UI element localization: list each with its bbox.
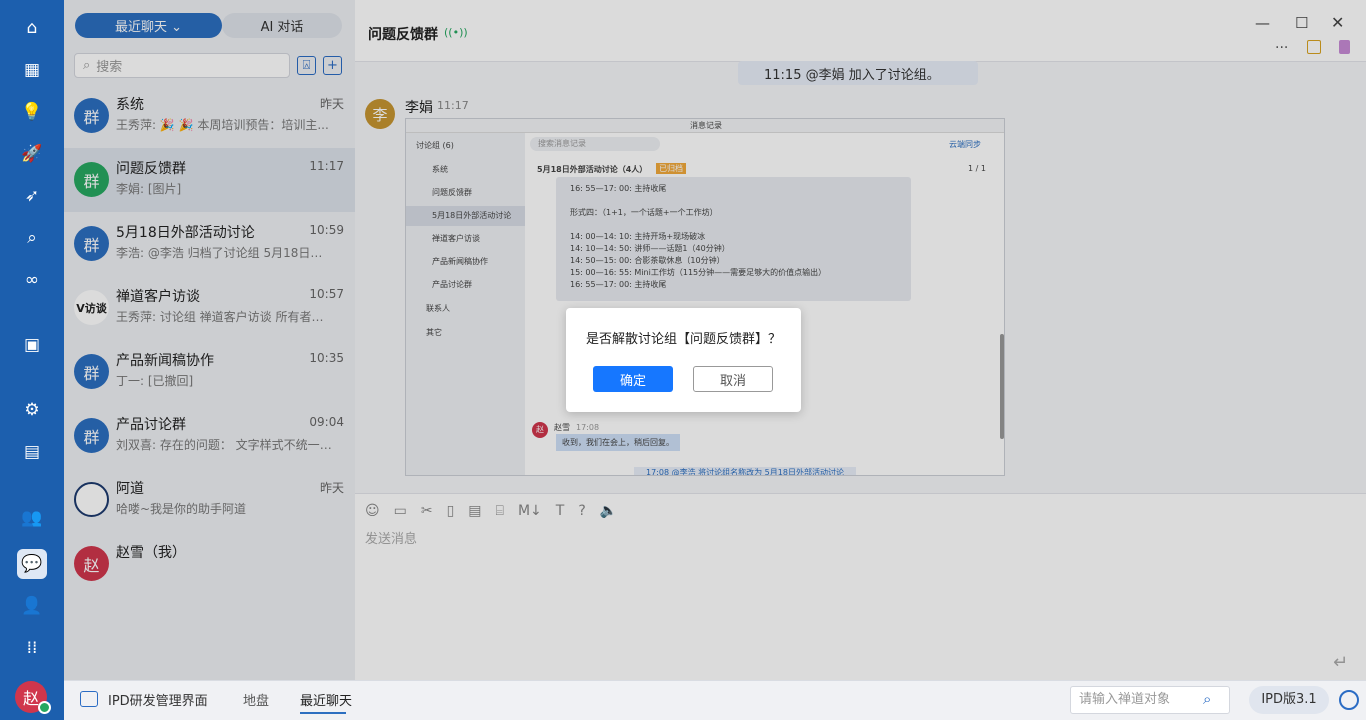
breadcrumb-app[interactable]: IPD研发管理界面 [108, 690, 208, 709]
cancel-button[interactable]: 取消 [693, 366, 773, 392]
breadcrumb-chat[interactable]: 最近聊天 [300, 690, 352, 709]
sprint-icon[interactable]: ➶ [17, 181, 47, 211]
more-apps-icon[interactable]: ⁞⁞ [17, 633, 47, 663]
apps-grid-icon[interactable]: ▦ [17, 55, 47, 85]
dialog-message: 是否解散讨论组【问题反馈群】？ [585, 332, 781, 347]
bottom-bar: IPD研发管理界面 地盘 最近聊天 请输入禅道对象 ⌕ IPD版3.1 [64, 680, 1366, 720]
document-icon[interactable]: ▤ [17, 437, 47, 467]
search-qa-icon[interactable]: ⌕ [17, 223, 47, 253]
home-icon[interactable]: ⌂ [17, 13, 47, 43]
team-settings-icon[interactable]: ⚙ [17, 395, 47, 425]
dashboard-icon[interactable]: ▣ [17, 330, 47, 360]
online-status-icon [38, 701, 51, 714]
left-rail: ⌂ ▦ 💡 🚀 ➶ ⌕ ∞ ▣ ⚙ ▤ 👥 💬 👤 ⁞⁞ 赵 [0, 0, 64, 720]
chat-icon[interactable]: 💬 [17, 549, 47, 579]
infinity-icon[interactable]: ∞ [17, 265, 47, 295]
search-icon[interactable]: ⌕ [1203, 690, 1211, 708]
app-logo-icon [80, 691, 98, 707]
contacts-icon[interactable]: 👥 [17, 503, 47, 533]
breadcrumb-active-underline [300, 712, 346, 714]
assistant-icon[interactable] [1339, 690, 1359, 710]
confirm-button[interactable]: 确定 [593, 366, 673, 392]
breadcrumb-map[interactable]: 地盘 [243, 690, 269, 709]
version-badge[interactable]: IPD版3.1 [1249, 686, 1329, 714]
user-icon[interactable]: 👤 [17, 591, 47, 621]
rocket-icon[interactable]: 🚀 [17, 139, 47, 169]
confirm-dialog: 是否解散讨论组【问题反馈群】？ 确定 取消 [566, 308, 801, 412]
lightbulb-icon[interactable]: 💡 [17, 97, 47, 127]
